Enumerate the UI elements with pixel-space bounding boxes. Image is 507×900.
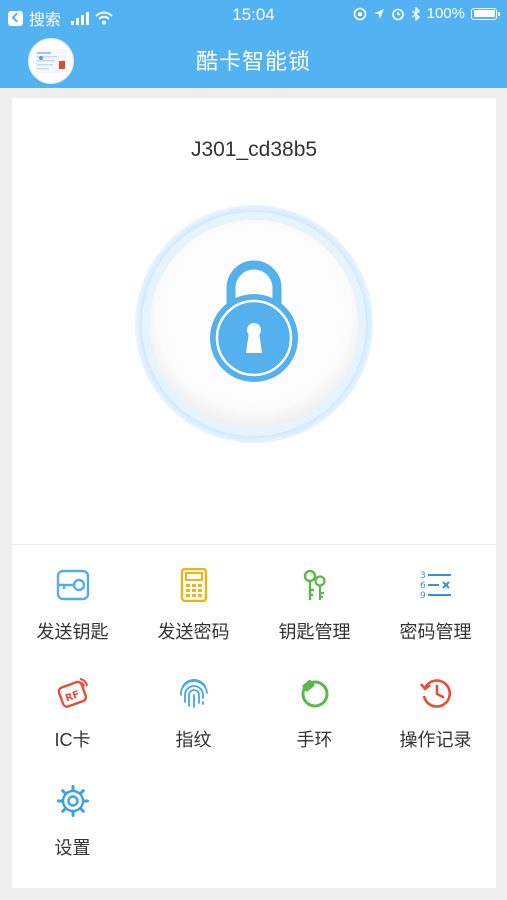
send-key-icon (56, 569, 90, 601)
svg-text:9: 9 (420, 591, 426, 601)
menu-label: 发送钥匙 (36, 622, 109, 642)
menu-label: 钥匙管理 (278, 622, 351, 642)
device-name: J301_cd38b5 (190, 138, 318, 161)
menu-label: 指纹 (175, 730, 212, 750)
menu-password-management[interactable]: 3 6 9 密码管理 (375, 558, 496, 658)
menu-bracelet[interactable]: 手环 (254, 666, 375, 766)
menu-send-password[interactable]: 发送密码 (133, 558, 254, 658)
keys-icon (303, 569, 326, 600)
app-header: 搜索 15:04 100% 酷卡智能锁 (0, 0, 507, 88)
menu-label: 手环 (296, 730, 333, 750)
menu-label: 操作记录 (399, 730, 472, 750)
svg-text:3: 3 (420, 571, 426, 581)
menu-label: IC卡 (54, 730, 91, 750)
menu-label: 设置 (54, 838, 91, 858)
lock-card: J301_cd38b5 发送钥匙 发送密码 钥匙管理 3 6 9 密码管理 RF… (12, 98, 496, 888)
password-list-icon: 3 6 9 (420, 571, 451, 601)
menu-operation-records[interactable]: 操作记录 (375, 666, 496, 766)
fingerprint-icon (180, 679, 208, 708)
history-icon (419, 679, 452, 708)
rf-card-icon: RF (57, 678, 88, 708)
bluetooth-icon (411, 6, 420, 21)
gear-icon (57, 785, 89, 817)
calculator-icon (180, 568, 208, 602)
alarm-icon (391, 8, 404, 20)
status-bar: 搜索 15:04 100% (0, 0, 507, 30)
menu-key-management[interactable]: 钥匙管理 (254, 558, 375, 658)
menu-send-key[interactable]: 发送钥匙 (12, 558, 133, 658)
bracelet-icon (301, 679, 329, 708)
location-icon (373, 8, 384, 19)
unlock-button[interactable] (132, 202, 376, 446)
page-title: 酷卡智能锁 (195, 49, 311, 74)
menu-fingerprint[interactable]: 指纹 (133, 666, 254, 766)
divider (12, 544, 496, 545)
menu-settings[interactable]: 设置 (12, 774, 133, 874)
menu-label: 密码管理 (399, 622, 472, 642)
rotation-lock-icon (353, 7, 366, 20)
svg-text:6: 6 (420, 581, 426, 591)
battery-percent: 100% (426, 5, 465, 22)
battery-icon (471, 7, 500, 20)
menu-label: 发送密码 (157, 622, 230, 642)
menu-ic-card[interactable]: RF IC卡 (12, 666, 133, 766)
